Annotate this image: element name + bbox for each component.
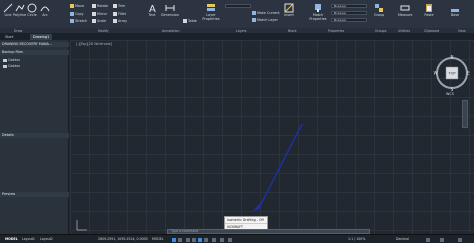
snap-icon[interactable] xyxy=(178,237,182,242)
clean-screen-icon[interactable] xyxy=(440,237,444,242)
canvas-overlay xyxy=(76,123,303,231)
tab-layout1[interactable]: Layout1 xyxy=(22,237,35,241)
lineweight-icon[interactable] xyxy=(220,237,224,242)
polar-icon[interactable] xyxy=(192,237,196,242)
tab-layout2[interactable]: Layout2 xyxy=(40,237,53,241)
command-input[interactable]: Type a command xyxy=(171,229,198,233)
annotation-scale[interactable]: 1:1 / 100% xyxy=(348,237,365,241)
navigation-bar[interactable] xyxy=(462,100,468,128)
drawn-line[interactable] xyxy=(257,123,303,211)
compass-west[interactable]: W xyxy=(434,71,438,76)
otrack-icon[interactable] xyxy=(212,237,216,242)
compass-north[interactable]: N xyxy=(451,55,454,60)
menu-icon[interactable] xyxy=(458,237,462,242)
viewcube-face-label[interactable]: TOP xyxy=(447,72,456,76)
isodraft-icon[interactable] xyxy=(198,237,202,242)
viewcube[interactable]: TOP N S E W xyxy=(433,54,471,93)
coordinate-readout[interactable]: 2609.2591, 1095.2524, 0.0000 xyxy=(98,237,148,241)
osnap-icon[interactable] xyxy=(204,237,208,242)
compass-east[interactable]: E xyxy=(467,71,470,76)
settings-icon[interactable] xyxy=(426,237,430,242)
ortho-icon[interactable] xyxy=(186,237,190,242)
transparency-icon[interactable] xyxy=(228,237,232,242)
units-selector[interactable]: Decimal xyxy=(396,237,409,241)
status-bar: MODEL Layout1 Layout2 2609.2591, 1095.25… xyxy=(0,234,474,243)
model-space-toggle[interactable]: MODEL xyxy=(152,237,164,241)
tab-model[interactable]: MODEL xyxy=(5,237,18,241)
grid-icon[interactable] xyxy=(172,237,176,242)
wcs-menu[interactable]: WCS xyxy=(446,92,454,96)
